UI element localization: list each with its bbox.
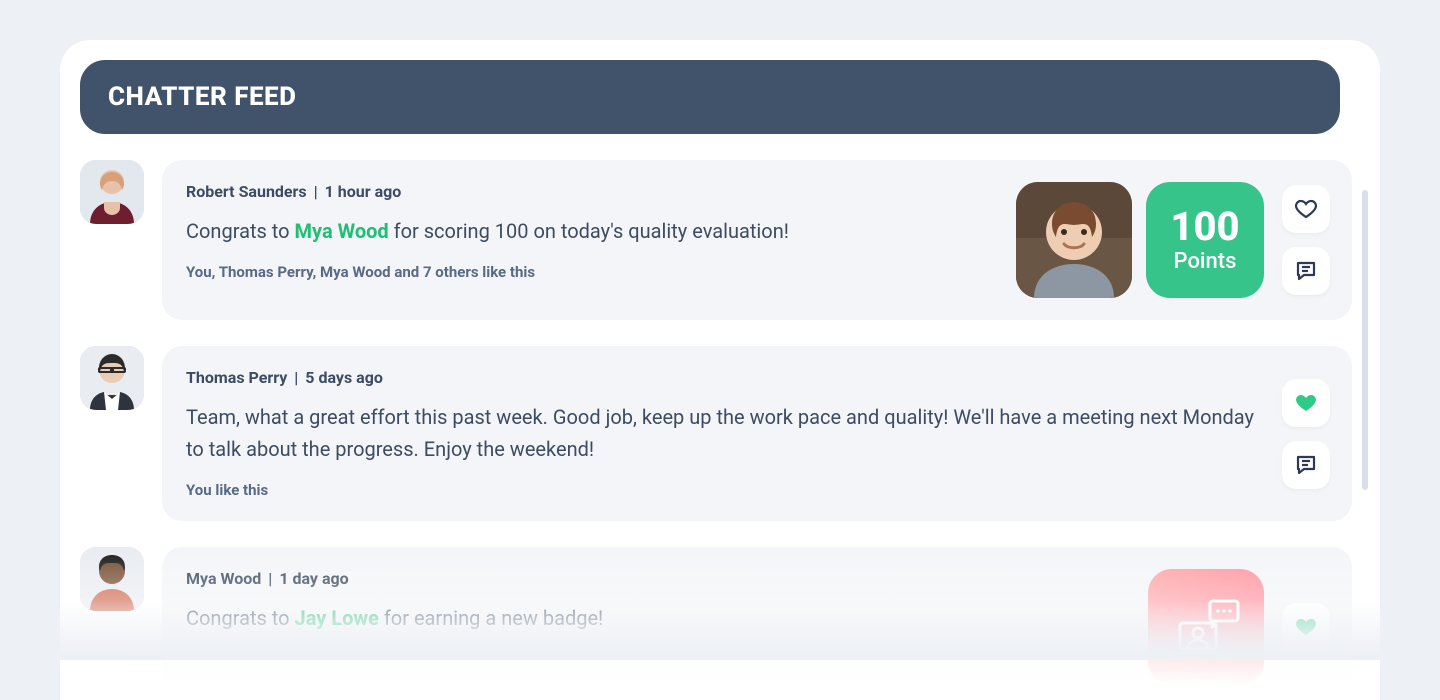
like-button[interactable] [1282, 603, 1330, 651]
earned-badge-tile [1148, 569, 1264, 685]
post-meta: Robert Saunders | 1 hour ago [186, 182, 998, 201]
likes-summary: You like this [186, 481, 1264, 499]
post-author: Mya Wood [186, 569, 261, 588]
post-text: for earning a new badge! [379, 606, 603, 630]
heart-icon [1294, 615, 1318, 639]
post-bubble: Thomas Perry | 5 days ago Team, what a g… [162, 346, 1352, 521]
heart-icon [1294, 391, 1318, 415]
post-bubble: Robert Saunders | 1 hour ago Congrats to… [162, 160, 1352, 320]
post-meta: Mya Wood | 1 day ago [186, 569, 1130, 588]
heart-icon [1294, 197, 1318, 221]
meta-separator: | [291, 368, 301, 387]
comment-icon [1294, 453, 1318, 477]
chatter-feed-card: CHATTER FEED Robert Saunders | [60, 40, 1380, 700]
points-label: Points [1174, 249, 1237, 274]
scrollbar[interactable] [1362, 190, 1368, 490]
points-badge: 100 Points [1146, 182, 1264, 298]
user-mention[interactable]: Mya Wood [295, 219, 389, 243]
feed-post: Mya Wood | 1 day ago Congrats to Jay Low… [80, 547, 1352, 700]
comment-button[interactable] [1282, 441, 1330, 489]
post-message: Team, what a great effort this past week… [186, 401, 1264, 465]
comment-button[interactable] [1282, 247, 1330, 295]
like-button[interactable] [1282, 185, 1330, 233]
post-text: Congrats to [186, 606, 295, 630]
meta-separator: | [265, 569, 275, 588]
user-mention[interactable]: Jay Lowe [295, 606, 379, 630]
panel-title: CHATTER FEED [80, 60, 1340, 134]
meta-separator: | [311, 182, 321, 201]
author-avatar[interactable] [80, 547, 144, 611]
post-timestamp: 1 hour ago [325, 182, 402, 201]
author-avatar[interactable] [80, 160, 144, 224]
post-bubble: Mya Wood | 1 day ago Congrats to Jay Low… [162, 547, 1352, 700]
post-author: Robert Saunders [186, 182, 307, 201]
post-text: for scoring 100 on today's quality evalu… [389, 219, 789, 243]
feed-post: Thomas Perry | 5 days ago Team, what a g… [80, 346, 1352, 521]
post-timestamp: 1 day ago [279, 569, 348, 588]
post-timestamp: 5 days ago [305, 368, 383, 387]
post-meta: Thomas Perry | 5 days ago [186, 368, 1264, 387]
post-text: Congrats to [186, 219, 295, 243]
likes-summary: You, Thomas Perry, Mya Wood and 7 others… [186, 263, 998, 281]
feed-scroll-area: Robert Saunders | 1 hour ago Congrats to… [80, 160, 1352, 700]
post-message: Congrats to Mya Wood for scoring 100 on … [186, 215, 998, 247]
author-avatar[interactable] [80, 346, 144, 410]
featured-user-photo [1016, 182, 1132, 298]
post-message: Congrats to Jay Lowe for earning a new b… [186, 602, 1130, 634]
comment-icon [1294, 259, 1318, 283]
points-value: 100 [1170, 207, 1239, 247]
feed-post: Robert Saunders | 1 hour ago Congrats to… [80, 160, 1352, 320]
post-author: Thomas Perry [186, 368, 287, 387]
presentation-icon [1166, 587, 1246, 667]
like-button[interactable] [1282, 379, 1330, 427]
